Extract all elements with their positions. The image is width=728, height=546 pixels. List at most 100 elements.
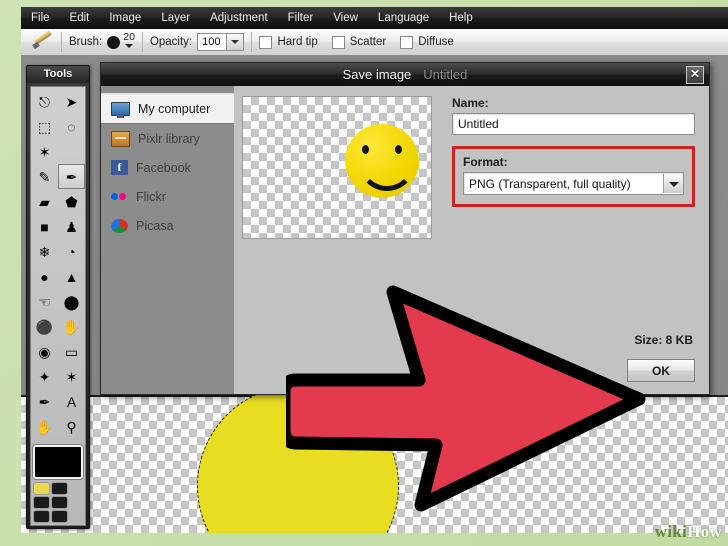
tool-clone-stamp[interactable]: ♟ [58, 214, 85, 239]
picasa-icon [111, 218, 128, 233]
smiley-mouth [358, 154, 416, 191]
wikihow-watermark: wikiHow [655, 522, 722, 542]
dialog-body: My computer Pixlr library f Facebook Fli… [101, 86, 709, 394]
tool-placeholder [58, 139, 85, 164]
brush-label: Brush: [69, 36, 103, 48]
dialog-fields: Name: Untitled Format: PNG (Transparent,… [440, 96, 709, 394]
sidebar-item-facebook[interactable]: f Facebook [101, 153, 234, 182]
checkbox-label: Hard tip [277, 36, 318, 48]
smiley-right-eye [395, 145, 402, 154]
tool-replace-color[interactable]: ❄ [31, 239, 58, 264]
ok-button[interactable]: OK [627, 359, 695, 382]
checkbox-scatter[interactable]: Scatter [331, 35, 386, 49]
chevron-down-icon[interactable] [226, 34, 244, 50]
chevron-down-icon[interactable] [663, 174, 683, 193]
opacity-input[interactable]: 100 [197, 33, 245, 51]
pixlr-app-window: File Edit Image Layer Adjustment Filter … [0, 0, 728, 546]
sidebar-item-picasa[interactable]: Picasa [101, 211, 234, 240]
menu-item-view[interactable]: View [323, 8, 368, 28]
palette-swatch[interactable] [33, 496, 50, 509]
opacity-value: 100 [202, 36, 221, 48]
tool-type[interactable]: A [58, 389, 85, 414]
tool-brush[interactable]: ✒ [58, 164, 85, 189]
tool-paint-bucket[interactable]: ⬟ [58, 189, 85, 214]
tool-gradient[interactable]: ■ [31, 214, 58, 239]
dialog-title: Save image [342, 67, 412, 82]
menu-item-image[interactable]: Image [99, 8, 151, 28]
palette-swatch[interactable] [51, 510, 68, 523]
name-input-value: Untitled [458, 117, 499, 131]
format-highlight-box: Format: PNG (Transparent, full quality) [452, 146, 695, 207]
tool-blur[interactable]: ● [31, 264, 58, 289]
menu-item-help[interactable]: Help [439, 8, 483, 28]
tool-marquee-select[interactable]: ⬚ [31, 114, 58, 139]
menu-item-layer[interactable]: Layer [151, 8, 200, 28]
pencil-icon [32, 32, 54, 52]
close-icon[interactable]: ✕ [686, 66, 704, 84]
tools-panel: Tools ⎋ ➤ ⬚ ◌ ✶ ✎ ✒ ▰ ⬟ ■ ♟ ❄ ◔ ● ▲ ☜ ⬤ … [26, 65, 90, 529]
tool-drawing[interactable]: ◔ [58, 239, 85, 264]
palette-swatch[interactable] [33, 510, 50, 523]
sidebar-item-pixlr-library[interactable]: Pixlr library [101, 124, 234, 153]
menu-bar: File Edit Image Layer Adjustment Filter … [21, 7, 728, 30]
palette-swatch[interactable] [51, 482, 68, 495]
save-image-dialog: Save image Untitled ✕ My computer Pixlr … [100, 62, 710, 395]
tool-red-eye[interactable]: ◉ [31, 339, 58, 364]
file-size-text: Size: 8 KB [634, 333, 693, 347]
tool-wand-select[interactable]: ✶ [31, 139, 58, 164]
divider [61, 32, 62, 52]
flickr-icon [111, 189, 128, 204]
monitor-icon [111, 101, 130, 118]
tool-move[interactable]: ➤ [58, 89, 85, 114]
checkbox-box [400, 35, 414, 49]
palette-swatch[interactable] [51, 496, 68, 509]
menu-item-edit[interactable]: Edit [60, 8, 100, 28]
tool-options-bar: Brush: 20 Opacity: 100 Hard tip Scatter … [21, 29, 728, 56]
palette-swatch[interactable] [33, 482, 50, 495]
tool-smudge[interactable]: ☜ [31, 289, 58, 314]
sidebar-item-label: Pixlr library [138, 131, 200, 146]
name-input[interactable]: Untitled [452, 113, 695, 135]
sidebar-item-label: Facebook [136, 160, 191, 175]
format-select-value: PNG (Transparent, full quality) [469, 176, 631, 191]
watermark-wiki: wiki [654, 522, 688, 541]
tool-bloat[interactable]: ✦ [31, 364, 58, 389]
tool-color-picker[interactable]: ✒ [31, 389, 58, 414]
tool-eraser[interactable]: ▰ [31, 189, 58, 214]
dialog-title-bar[interactable]: Save image Untitled ✕ [101, 63, 709, 86]
tool-zoom[interactable]: ⚲ [58, 414, 85, 439]
tool-spot-heal[interactable]: ▭ [58, 339, 85, 364]
format-select[interactable]: PNG (Transparent, full quality) [463, 172, 684, 195]
sidebar-item-label: Picasa [136, 218, 174, 233]
menu-item-filter[interactable]: Filter [278, 8, 324, 28]
image-preview [242, 96, 432, 239]
checkbox-diffuse[interactable]: Diffuse [400, 35, 454, 49]
sidebar-item-flickr[interactable]: Flickr [101, 182, 234, 211]
tool-burn[interactable]: ✋ [58, 314, 85, 339]
foreground-color-swatch[interactable] [33, 445, 83, 479]
brush-preview-icon[interactable] [107, 35, 121, 49]
tools-grid: ⎋ ➤ ⬚ ◌ ✶ ✎ ✒ ▰ ⬟ ■ ♟ ❄ ◔ ● ▲ ☜ ⬤ ⚫ ✋ ◉ … [30, 86, 86, 526]
tool-pinch[interactable]: ✶ [58, 364, 85, 389]
tool-dodge[interactable]: ⚫ [31, 314, 58, 339]
tool-sponge[interactable]: ⬤ [58, 289, 85, 314]
checkbox-hard-tip[interactable]: Hard tip [259, 35, 318, 49]
menu-item-adjustment[interactable]: Adjustment [200, 8, 278, 28]
library-icon [111, 130, 130, 147]
brush-size-stepper[interactable]: 20 [123, 31, 135, 48]
dialog-subtitle: Untitled [423, 67, 468, 82]
tool-lasso[interactable]: ◌ [58, 114, 85, 139]
sidebar-item-my-computer[interactable]: My computer [101, 93, 234, 124]
tool-sharpen[interactable]: ▲ [58, 264, 85, 289]
sidebar-item-label: Flickr [136, 189, 166, 204]
smiley-left-eye [362, 145, 369, 154]
tool-pencil[interactable]: ✎ [31, 164, 58, 189]
tool-hand[interactable]: ✋ [31, 414, 58, 439]
menu-item-language[interactable]: Language [368, 8, 439, 28]
format-label: Format: [463, 155, 508, 169]
color-palette [33, 482, 83, 523]
menu-item-file[interactable]: File [21, 8, 60, 28]
tools-panel-title: Tools [27, 66, 89, 83]
tool-crop[interactable]: ⎋ [31, 89, 58, 114]
checkbox-label: Diffuse [418, 36, 454, 48]
